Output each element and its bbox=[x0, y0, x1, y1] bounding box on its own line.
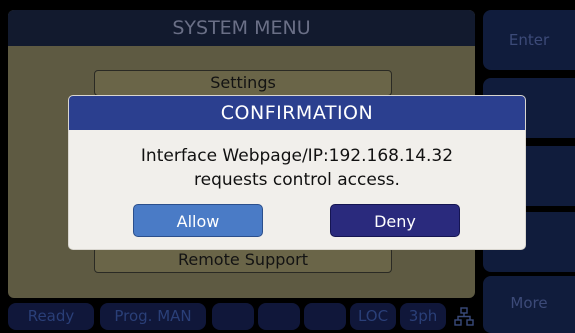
status-program-mode: Prog. MAN bbox=[100, 303, 206, 330]
network-icon bbox=[454, 307, 474, 326]
softkey-more[interactable]: More bbox=[483, 276, 575, 333]
softkey-enter[interactable]: Enter bbox=[483, 10, 575, 70]
confirmation-dialog: CONFIRMATION Interface Webpage/IP:192.16… bbox=[69, 96, 525, 249]
dialog-message-line1: Interface Webpage/IP:192.168.14.32 bbox=[140, 146, 454, 166]
status-loc: LOC bbox=[350, 303, 396, 330]
dialog-message: Interface Webpage/IP:192.168.14.32 reque… bbox=[69, 144, 525, 192]
status-bar: Ready Prog. MAN LOC 3ph bbox=[8, 303, 475, 331]
deny-button[interactable]: Deny bbox=[330, 204, 460, 237]
softkey-label: Enter bbox=[508, 31, 550, 49]
softkey-label: More bbox=[510, 294, 548, 312]
allow-button[interactable]: Allow bbox=[133, 204, 263, 237]
page-title: SYSTEM MENU bbox=[8, 10, 475, 46]
dialog-title: CONFIRMATION bbox=[69, 96, 525, 130]
status-slot bbox=[304, 303, 346, 330]
status-ready: Ready bbox=[8, 303, 94, 330]
status-slot bbox=[212, 303, 254, 330]
status-slot bbox=[258, 303, 300, 330]
menu-item-remote-support[interactable]: Remote Support bbox=[94, 247, 392, 273]
status-3ph: 3ph bbox=[400, 303, 446, 330]
menu-item-settings[interactable]: Settings bbox=[94, 70, 392, 96]
screen: SYSTEM MENU Settings Remote Support Read… bbox=[0, 0, 575, 333]
dialog-message-line2: requests control access. bbox=[194, 170, 400, 190]
